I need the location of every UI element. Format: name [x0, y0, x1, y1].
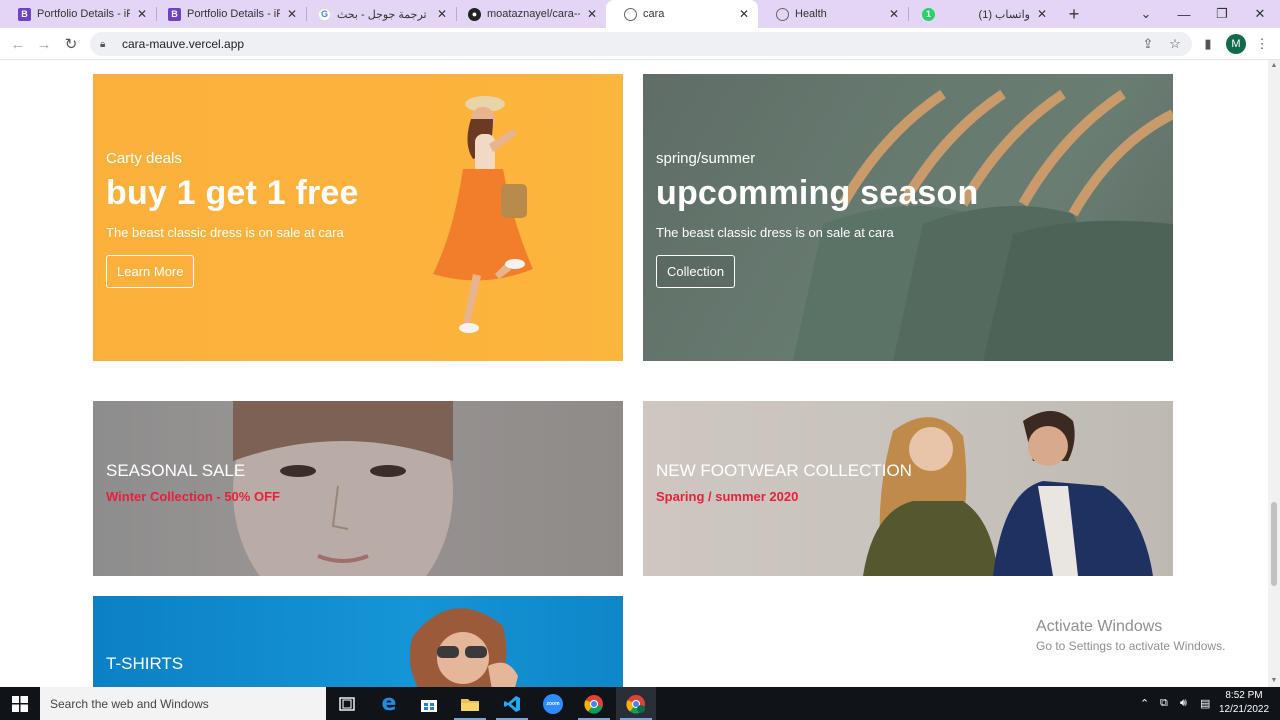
close-icon[interactable]: ✕ [286, 7, 298, 21]
chrome-icon[interactable] [574, 687, 614, 720]
store-icon[interactable] [409, 687, 449, 720]
side-panel-icon[interactable]: ▮ [1198, 32, 1218, 56]
tab-portfolio-1[interactable]: B Portfolio Details - iPor ✕ [0, 0, 156, 28]
tab-health[interactable]: Health ✕ [758, 0, 908, 28]
clock-date: 12/21/2022 [1218, 704, 1270, 715]
seasonal-sale-banner: SEASONAL SALE Winter Collection - 50% OF… [93, 401, 623, 576]
scrollbar-thumb[interactable] [1271, 502, 1277, 586]
tab-title: cara [643, 8, 665, 20]
close-icon[interactable]: ✕ [136, 7, 148, 21]
tab-title: ترجمة جوجل - بحث Google [337, 8, 430, 21]
minimize-button[interactable]: — [1164, 0, 1204, 28]
scroll-down-arrow-icon[interactable]: ▼ [1268, 675, 1280, 687]
collection-button[interactable]: Collection [656, 255, 736, 288]
address-bar[interactable]: 🔒︎ cara-mauve.vercel.app [90, 32, 1192, 56]
tab-search-chevron-icon[interactable]: ⌄ [1126, 0, 1166, 28]
vscode-icon[interactable] [492, 687, 532, 720]
maximize-button[interactable]: ❐ [1202, 0, 1242, 28]
banner-title: SEASONAL SALE [106, 461, 246, 480]
tab-github[interactable]: ● moataznayel/cara--m ✕ [450, 0, 606, 28]
network-icon[interactable]: ⧉ [1160, 687, 1168, 720]
tab-whatsapp[interactable]: 1 (1) واتساب ✕ [904, 0, 1056, 28]
bootstrap-icon: B [168, 7, 181, 21]
tab-title: Health [795, 8, 827, 20]
banner-subtitle: Sparing / summer 2020 [656, 489, 799, 504]
banner-title: upcomming season [656, 174, 979, 212]
browser-toolbar: ← → ↻ 🔒︎ cara-mauve.vercel.app ⇪ ☆ ▮ ⋮ [0, 28, 1280, 60]
close-icon[interactable]: ✕ [1036, 7, 1048, 21]
windows-logo-icon [12, 695, 28, 712]
footwear-banner: NEW FOOTWEAR COLLECTION Sparing / summer… [643, 401, 1173, 576]
start-button[interactable] [0, 687, 40, 720]
file-explorer-icon[interactable] [450, 687, 490, 720]
close-icon[interactable]: ✕ [436, 7, 448, 21]
tab-google-translate[interactable]: G ترجمة جوجل - بحث Google ✕ [300, 0, 456, 28]
close-icon[interactable]: ✕ [738, 7, 750, 21]
reload-icon[interactable]: ↻ [59, 32, 83, 56]
notifications-icon[interactable]: ▤ [1200, 687, 1210, 720]
taskbar-search-input[interactable]: Search the web and Windows [40, 687, 326, 720]
tab-cara[interactable]: cara ✕ [606, 0, 758, 28]
page-scrollbar[interactable]: ▲ ▼ [1268, 60, 1280, 687]
bootstrap-icon: B [18, 7, 31, 21]
tab-title: Portfolio Details - iPor [37, 8, 130, 20]
profile-avatar[interactable]: M [1226, 34, 1246, 54]
couple-jackets-image [863, 411, 1153, 576]
tab-title: (1) واتساب [978, 8, 1030, 21]
share-icon[interactable]: ⇪ [1138, 32, 1158, 56]
window-close-button[interactable]: ✕ [1240, 0, 1280, 28]
deals-banner: Carty deals buy 1 get 1 free The beast c… [93, 74, 623, 361]
tshirts-banner: T-SHIRTS [93, 596, 623, 687]
banner-subtitle: Winter Collection - 50% OFF [106, 489, 280, 504]
github-icon: ● [468, 7, 481, 21]
url-text: cara-mauve.vercel.app [122, 37, 245, 51]
new-tab-button[interactable]: + [1054, 0, 1094, 28]
tab-title: moataznayel/cara--m [487, 8, 580, 20]
season-banner: spring/summer upcomming season The beast… [643, 74, 1173, 361]
google-icon: G [318, 7, 331, 21]
woman-dancing-figure [433, 96, 533, 333]
forward-arrow-icon[interactable]: → [32, 32, 56, 56]
globe-icon [624, 7, 637, 21]
banner-subtitle: spring/summer [656, 150, 756, 167]
system-clock[interactable]: 8:52 PM 12/21/2022 [1218, 689, 1270, 717]
tab-portfolio-2[interactable]: B Portfolio Details - iPor ✕ [150, 0, 306, 28]
globe-icon [776, 7, 789, 21]
banner-title: NEW FOOTWEAR COLLECTION [656, 461, 912, 480]
scroll-up-arrow-icon[interactable]: ▲ [1268, 60, 1280, 72]
watermark-title: Activate Windows [1036, 618, 1163, 635]
clock-time: 8:52 PM [1225, 690, 1263, 701]
menu-dots-icon[interactable]: ⋮ [1252, 32, 1272, 56]
learn-more-button[interactable]: Learn More [106, 255, 195, 288]
banner-description: The beast classic dress is on sale at ca… [106, 225, 344, 240]
activate-windows-watermark: Activate Windows Go to Settings to activ… [1036, 618, 1225, 653]
lock-icon: 🔒︎ [100, 38, 106, 50]
banner-subtitle: Carty deals [106, 150, 182, 167]
page-content: Carty deals buy 1 get 1 free The beast c… [0, 60, 1280, 687]
woman-sunglasses-image [409, 608, 518, 687]
close-icon[interactable]: ✕ [586, 7, 598, 21]
banner-title: buy 1 get 1 free [106, 174, 359, 212]
show-hidden-icons-chevron-icon[interactable]: ⌃ [1140, 687, 1149, 720]
bookmark-star-icon[interactable]: ☆ [1165, 32, 1185, 56]
back-arrow-icon[interactable]: ← [6, 32, 30, 56]
banner-description: The beast classic dress is on sale at ca… [656, 225, 894, 240]
edge-icon[interactable]: e [369, 687, 409, 720]
shirts-on-hangers-image [793, 89, 1173, 361]
banner-title: T-SHIRTS [106, 654, 184, 673]
chrome-profile-icon[interactable] [616, 687, 656, 720]
zoom-icon[interactable]: zoom [533, 687, 573, 720]
tab-strip: B Portfolio Details - iPor ✕ B Portfolio… [0, 0, 1280, 28]
windows-taskbar: Search the web and Windows e zoom ⌃ ⧉ 🔊︎… [0, 687, 1280, 720]
close-icon[interactable]: ✕ [888, 7, 900, 21]
task-view-icon[interactable] [327, 687, 367, 720]
tab-title: Portfolio Details - iPor [187, 8, 280, 20]
watermark-subtitle: Go to Settings to activate Windows. [1036, 639, 1226, 653]
volume-icon[interactable]: 🔊︎ [1180, 687, 1187, 720]
whatsapp-icon: 1 [922, 7, 935, 21]
